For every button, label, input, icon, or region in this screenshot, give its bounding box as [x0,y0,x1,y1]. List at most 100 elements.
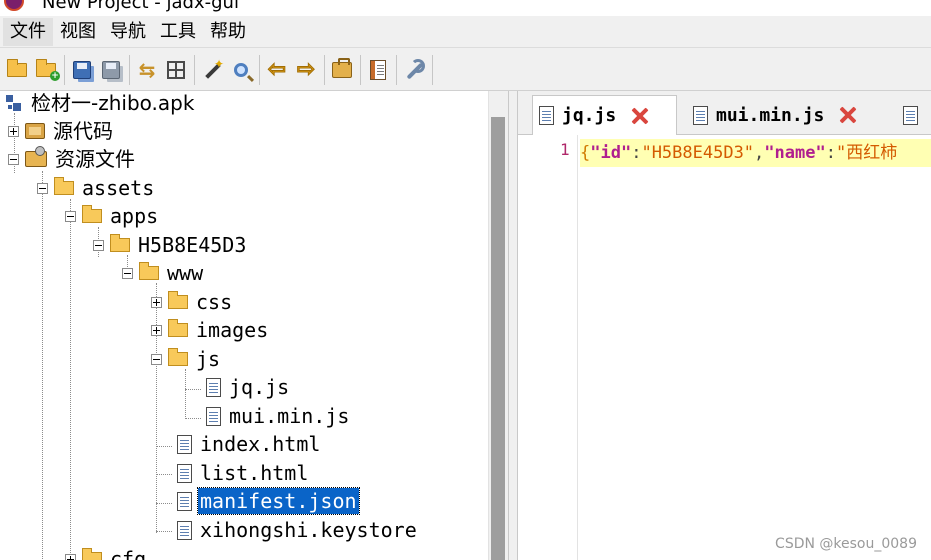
tab-label: jq.js [562,105,617,126]
tab-jq-js[interactable]: jq.js [532,95,677,135]
tree-node-label: mui.min.js [229,404,350,428]
line-gutter: 1 [518,135,578,560]
flatten-packages-button[interactable] [162,55,190,85]
tree-connector [156,531,172,532]
add-files-button[interactable]: + [32,55,60,85]
back-button[interactable]: ⇦ [263,55,291,85]
tree-connector [185,369,186,419]
save-all-icon [73,60,91,79]
save-all-button[interactable] [68,55,96,85]
menu-bar: 文件 视图 导航 工具 帮助 [0,16,931,48]
tree-node-css[interactable]: css [151,288,234,316]
file-icon [177,434,192,454]
tree-node-app-id[interactable]: H5B8E45D3 [93,231,248,259]
tree-node-www[interactable]: www [122,259,205,287]
tree-node-label: apps [110,204,159,228]
tree-node-images[interactable]: images [151,316,270,344]
source-code-icon [25,123,45,139]
tree-connector [42,171,43,560]
tree-node-cfg[interactable]: cfg [65,545,148,560]
resources-icon [25,146,47,167]
tree-node-index-html[interactable]: index.html [177,430,322,458]
code-token: "西红柿 [835,143,898,163]
collapse-icon[interactable] [65,210,76,222]
decompile-all-button[interactable] [198,55,226,85]
title-bar: New Project - jadx-gui [0,0,931,16]
expand-icon[interactable] [8,125,19,137]
code-editor[interactable]: 1 {"id":"H5B8E45D3","name":"西红柿 [518,135,931,560]
toolbar-separator [194,54,195,85]
tools-button[interactable] [400,55,428,85]
file-icon [539,106,554,125]
export-button[interactable] [97,55,125,85]
window-title: New Project - jadx-gui [42,0,239,13]
open-project-button[interactable] [3,55,31,85]
tree-node-label: images [196,318,269,342]
panel-splitter[interactable] [508,91,518,560]
tree-node-root[interactable]: 检材一-zhibo.apk [5,91,196,117]
folder-icon [168,348,188,366]
collapse-icon[interactable] [93,239,104,251]
preferences-icon [332,57,352,78]
folder-icon [139,262,159,280]
toolbar-separator [259,54,260,85]
tree-node-keystore[interactable]: xihongshi.keystore [177,516,419,544]
sync-tree-button[interactable]: ⇆ [133,55,161,85]
search-button[interactable] [227,55,255,85]
search-icon [234,62,248,77]
code-line-current[interactable]: {"id":"H5B8E45D3","name":"西红柿 [580,139,931,167]
tree-scrollbar[interactable] [488,91,508,560]
menu-file[interactable]: 文件 [3,17,53,46]
folder-icon [110,234,130,252]
forward-icon: ⇨ [296,56,316,82]
forward-button[interactable]: ⇨ [292,55,320,85]
flatten-packages-icon [167,60,185,79]
close-icon[interactable] [838,105,858,125]
collapse-icon[interactable] [122,267,133,279]
expand-icon[interactable] [151,296,162,308]
back-icon: ⇦ [267,56,287,82]
tree-node-assets[interactable]: assets [37,174,156,202]
tree-node-manifest-json[interactable]: manifest.json [177,487,360,515]
tree-node-resources[interactable]: 资源文件 [8,145,137,173]
tree-node-list-html[interactable]: list.html [177,459,310,487]
tree-node-jq-js[interactable]: jq.js [206,373,291,401]
menu-tools[interactable]: 工具 [153,18,203,46]
tree-connector [185,418,201,419]
project-tree[interactable]: 检材一-zhibo.apk 源代码 资源文件 assets apps H5B8E… [0,91,508,560]
folder-icon [82,548,102,560]
expand-icon[interactable] [151,324,162,336]
watermark: CSDN @kesou_0089 [775,536,917,552]
close-icon[interactable] [630,106,650,126]
tree-node-label: cfg [110,547,147,560]
menu-navigation[interactable]: 导航 [103,18,153,46]
tree-node-source-code[interactable]: 源代码 [8,117,115,145]
log-viewer-button[interactable] [364,55,392,85]
expand-icon[interactable] [65,553,76,560]
toolbar-separator [129,54,130,85]
collapse-icon[interactable] [151,353,162,365]
preferences-button[interactable] [328,55,356,85]
export-icon [102,60,120,79]
tab-mui-min-js[interactable]: mui.min.js [686,95,876,135]
code-token: , [754,143,765,163]
tab-partial[interactable] [896,95,931,135]
line-number: 1 [560,140,570,159]
jadx-app-icon [4,0,24,11]
scrollbar-thumb[interactable] [491,117,505,560]
tree-node-label: 检材一-zhibo.apk [31,91,195,115]
tree-node-apps[interactable]: apps [65,202,160,230]
file-icon [177,463,192,483]
folder-icon [168,319,188,337]
tree-connector [70,199,71,559]
tools-icon [404,58,425,80]
collapse-icon[interactable] [8,153,19,165]
menu-help[interactable]: 帮助 [203,18,253,46]
tree-node-mui-min-js[interactable]: mui.min.js [206,402,351,430]
tree-node-label: www [167,261,204,285]
tree-node-js[interactable]: js [151,345,222,373]
tree-connector [156,446,172,447]
collapse-icon[interactable] [37,182,48,194]
menu-view[interactable]: 视图 [53,18,103,46]
tree-connector [156,474,172,475]
